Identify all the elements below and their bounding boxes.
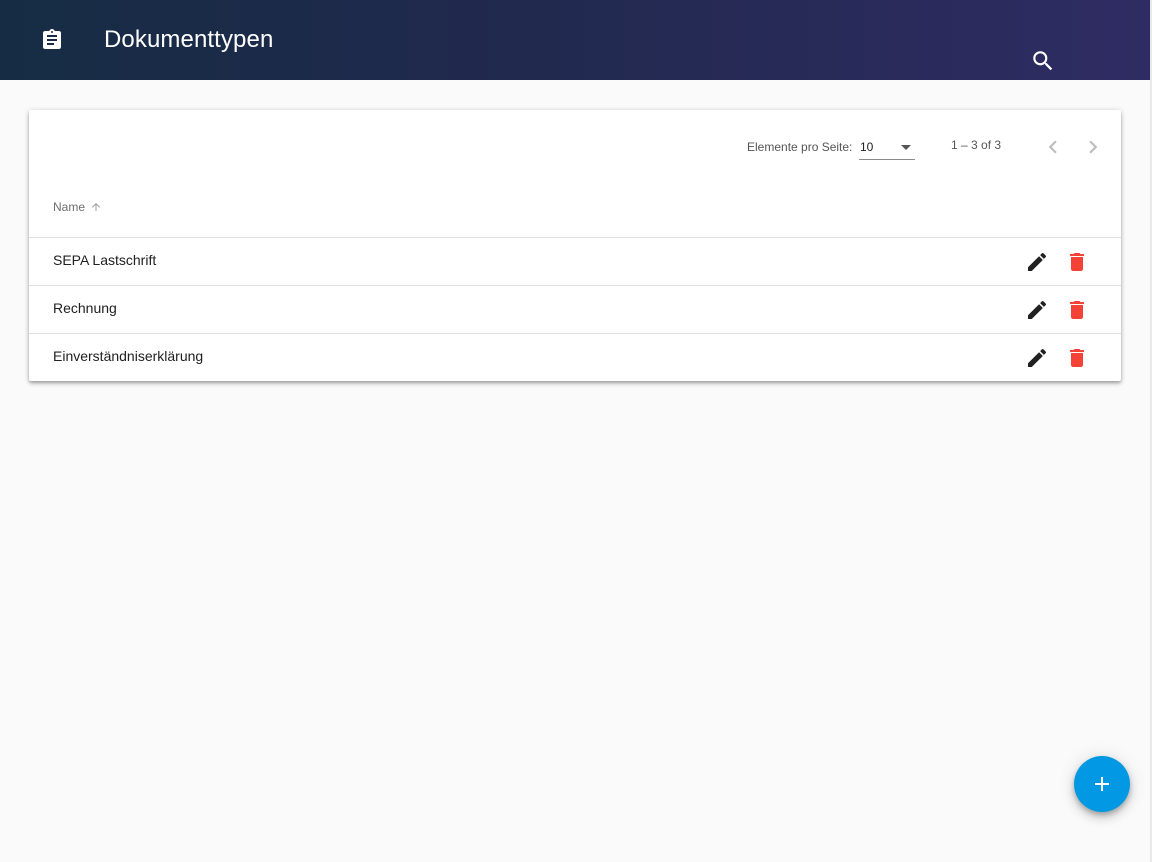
- row-name: Einverständniserklärung: [53, 348, 204, 364]
- delete-button[interactable]: [1065, 298, 1089, 322]
- search-button[interactable]: [1030, 48, 1056, 74]
- add-document-type-button[interactable]: [1074, 756, 1130, 812]
- table-row[interactable]: SEPA Lastschrift: [29, 238, 1121, 286]
- edit-button[interactable]: [1025, 346, 1049, 370]
- items-per-page-select[interactable]: 10: [859, 137, 915, 160]
- table-header-row: Name: [29, 180, 1121, 238]
- range-label: 1 – 3 of 3: [951, 138, 1002, 152]
- pencil-icon: [1028, 252, 1047, 271]
- edit-button[interactable]: [1025, 298, 1049, 322]
- previous-page-button[interactable]: [1040, 134, 1066, 160]
- column-header-name[interactable]: Name: [53, 200, 102, 214]
- plus-icon: [1095, 777, 1109, 791]
- row-name: SEPA Lastschrift: [53, 252, 157, 268]
- row-name: Rechnung: [53, 300, 117, 316]
- table-row[interactable]: Rechnung: [29, 286, 1121, 334]
- arrow-up-icon: [92, 203, 101, 211]
- table-row[interactable]: Einverständniserklärung: [29, 334, 1121, 381]
- top-toolbar: Dokumenttypen: [0, 0, 1150, 80]
- items-per-page-label: Elemente pro Seite:: [747, 140, 853, 154]
- pencil-icon: [1028, 300, 1047, 319]
- column-header-label: Name: [53, 200, 86, 214]
- chevron-right-icon: [1089, 140, 1098, 154]
- trash-icon: [1070, 253, 1084, 271]
- items-per-page-value: 10: [860, 140, 874, 154]
- paginator: Elemente pro Seite: 10 1 – 3 of 3: [29, 110, 1121, 180]
- document-types-table-card: Elemente pro Seite: 10 1 – 3 of 3 Name S…: [29, 110, 1121, 381]
- trash-icon: [1070, 301, 1084, 319]
- assignment-icon: [40, 28, 64, 52]
- delete-button[interactable]: [1065, 346, 1089, 370]
- trash-icon: [1070, 349, 1084, 367]
- pencil-icon: [1028, 348, 1047, 367]
- dropdown-arrow-icon: [901, 145, 911, 150]
- edit-button[interactable]: [1025, 250, 1049, 274]
- search-icon: [1033, 51, 1053, 71]
- delete-button[interactable]: [1065, 250, 1089, 274]
- next-page-button[interactable]: [1080, 134, 1106, 160]
- page-title: Dokumenttypen: [104, 26, 274, 53]
- chevron-left-icon: [1048, 140, 1057, 154]
